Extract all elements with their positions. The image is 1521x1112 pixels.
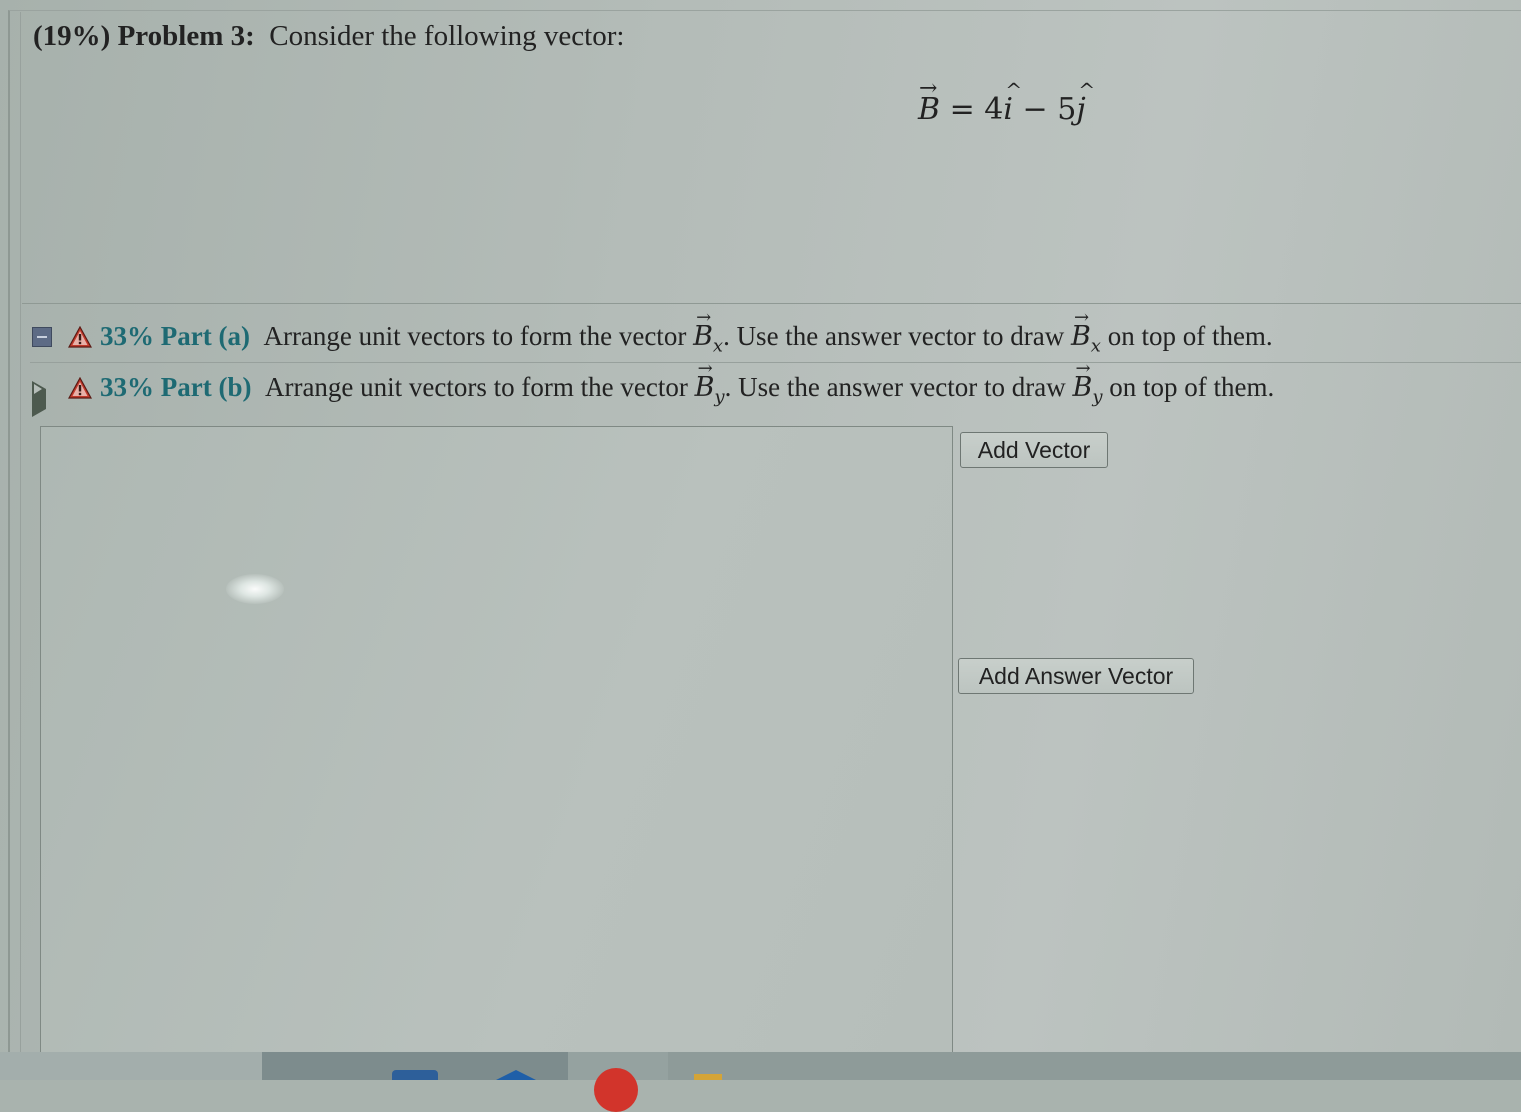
- part-a-label: 33% Part (a) Arrange unit vectors to for…: [100, 307, 1273, 357]
- add-answer-vector-button[interactable]: Add Answer Vector: [958, 658, 1194, 694]
- part-b-text-after: on top of them.: [1109, 372, 1275, 402]
- problem-number: Problem 3:: [117, 20, 255, 52]
- vector-bx-symbol: → Bx: [1070, 307, 1101, 357]
- vector-by-symbol: → By: [1072, 358, 1103, 408]
- y-coefficient: 5: [1057, 92, 1077, 127]
- add-vector-button[interactable]: Add Vector: [960, 432, 1108, 468]
- part-b-label: 33% Part (b) Arrange unit vectors to for…: [100, 358, 1275, 408]
- hat-icon: ^: [1005, 78, 1023, 102]
- hat-icon: ^: [1078, 78, 1096, 102]
- vector-drawing-canvas[interactable]: [40, 426, 953, 1068]
- vector-bx-symbol: → Bx: [693, 307, 724, 357]
- file-explorer-icon[interactable]: [392, 1070, 438, 1080]
- taskbar: [0, 1052, 1521, 1112]
- part-a-text-middle: . Use the answer vector to draw: [723, 321, 1065, 351]
- vector-b-symbol: → B: [918, 76, 941, 127]
- vector-arrow-icon: →: [697, 358, 713, 379]
- part-b-text-before: Arrange unit vectors to form the vector: [264, 372, 688, 402]
- i-hat-unit: ^ i: [1003, 78, 1023, 127]
- vector-arrow-icon: →: [919, 76, 938, 101]
- j-hat-unit: ^ j: [1076, 78, 1096, 127]
- folder-icon[interactable]: [694, 1074, 722, 1080]
- equals-sign: =: [949, 92, 975, 127]
- part-b-text-middle: . Use the answer vector to draw: [724, 372, 1066, 402]
- vector-by-symbol: → By: [694, 358, 725, 408]
- problem-header: (19%) Problem 3: Consider the following …: [33, 20, 624, 53]
- x-coefficient: 4: [984, 92, 1004, 127]
- collapse-icon[interactable]: [32, 327, 52, 347]
- vector-arrow-icon: →: [1075, 358, 1091, 379]
- part-a-percent: 33% Part (a): [100, 321, 250, 351]
- chrome-browser-icon[interactable]: [594, 1068, 638, 1112]
- part-b-percent: 33% Part (b): [100, 372, 252, 402]
- screen-glare: [226, 574, 284, 604]
- minus-sign: −: [1022, 92, 1048, 127]
- page: (19%) Problem 3: Consider the following …: [0, 0, 1521, 1112]
- vector-arrow-icon: →: [696, 307, 712, 328]
- problem-percent: (19%): [33, 20, 111, 52]
- warning-icon: [68, 377, 92, 399]
- part-a-row[interactable]: 33% Part (a) Arrange unit vectors to for…: [30, 307, 1521, 363]
- part-a-text-before: Arrange unit vectors to form the vector: [263, 321, 687, 351]
- part-b-row[interactable]: 33% Part (b) Arrange unit vectors to for…: [30, 358, 1521, 417]
- vector-equation: → B = 4 ^ i − 5 ^ j: [918, 76, 1096, 127]
- vector-arrow-icon: →: [1073, 307, 1090, 328]
- part-a-text-after: on top of them.: [1107, 321, 1273, 351]
- expand-triangle-icon[interactable]: [32, 381, 66, 417]
- warning-icon: [68, 326, 92, 348]
- section-divider: [22, 303, 1521, 304]
- edge-browser-icon[interactable]: [496, 1070, 536, 1080]
- problem-prompt: Consider the following vector:: [269, 20, 625, 52]
